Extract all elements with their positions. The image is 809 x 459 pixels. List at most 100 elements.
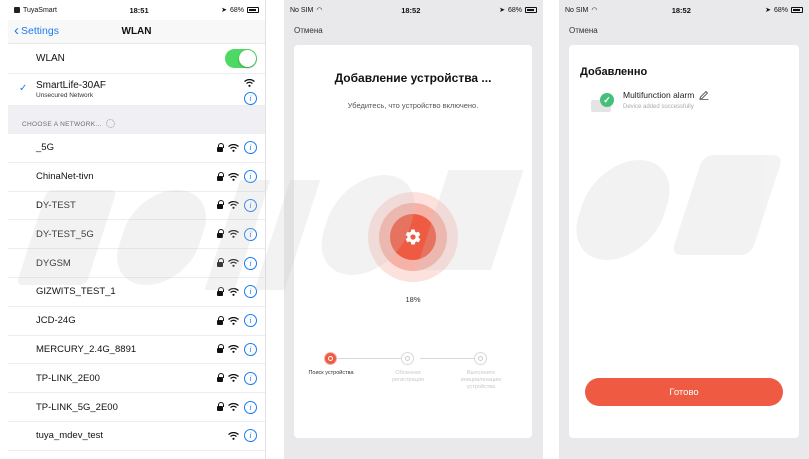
info-icon[interactable]: i — [244, 342, 257, 356]
info-icon[interactable]: i — [244, 141, 257, 155]
wifi-status-icon: ◠ — [316, 7, 323, 14]
info-icon[interactable]: i — [244, 314, 257, 328]
battery-percent: 68% — [229, 6, 244, 14]
network-name: TP-LINK_2E00 — [36, 372, 100, 384]
wifi-icon — [228, 287, 239, 296]
step-dot — [324, 352, 337, 365]
battery-percent: 68% — [773, 6, 788, 14]
info-icon[interactable]: i — [244, 400, 257, 414]
choose-network-header: CHOOSE A NETWORK... — [8, 106, 265, 134]
network-row[interactable]: DYGSM i — [8, 249, 265, 278]
network-row[interactable]: DY-TEST_5G i — [8, 220, 265, 250]
navigation-bar: ‹ Settings WLAN — [8, 20, 265, 44]
progress-percent: 18% — [405, 295, 421, 304]
wifi-icon — [228, 259, 239, 267]
added-title: Добавленно — [580, 66, 648, 78]
checkmark-icon: ✓ — [19, 83, 28, 94]
info-icon[interactable]: i — [244, 256, 257, 270]
step-connector — [420, 358, 482, 359]
lock-icon — [217, 200, 224, 210]
battery-icon — [525, 7, 537, 13]
wifi-icon — [228, 374, 239, 383]
wifi-icon — [244, 79, 255, 87]
lock-icon — [217, 344, 224, 354]
battery-percent: 68% — [507, 6, 522, 14]
device-name: Multifunction alarm — [623, 90, 695, 100]
info-icon[interactable]: i — [244, 285, 257, 299]
network-name: JCD-24G — [36, 315, 76, 327]
network-name: DY-TEST_5G — [36, 228, 94, 240]
device-thumbnail: ✓ — [591, 93, 617, 112]
network-list: _5G i ChinaNet-tivn i DY-TEST i DY-TEST_5G i DYG… — [8, 134, 265, 451]
lock-icon — [217, 142, 224, 152]
lock-icon — [217, 229, 224, 239]
location-icon: ➤ — [765, 7, 771, 14]
connected-network-row[interactable]: ✓ SmartLife-30AF Unsecured Network i — [8, 74, 265, 106]
network-row[interactable]: ChinaNet-tivn i — [8, 162, 265, 192]
network-name: MERCURY_2.4G_8891 — [36, 343, 137, 355]
added-device-item: ✓ Multifunction alarm Device added succe… — [591, 90, 709, 112]
wifi-icon — [228, 201, 239, 210]
status-bar: No SIM ◠ 18:52 ➤ 68% — [559, 0, 809, 20]
status-time: 18:52 — [401, 5, 421, 15]
status-time: 18:52 — [671, 5, 691, 15]
wifi-icon — [228, 230, 239, 239]
lock-icon — [217, 258, 224, 268]
info-icon[interactable]: i — [244, 227, 257, 241]
info-icon[interactable]: i — [244, 429, 257, 443]
adding-device-screen: No SIM ◠ 18:52 ➤ 68% Отмена Добавление уст… — [284, 0, 543, 459]
network-row[interactable]: _5G i — [8, 134, 265, 163]
network-name: DYGSM — [36, 257, 71, 269]
adding-title: Добавление устройства ... — [334, 71, 492, 85]
wifi-icon — [228, 316, 239, 325]
cancel-button[interactable]: Отмена — [284, 20, 543, 38]
wlan-toggle[interactable] — [225, 49, 257, 68]
info-icon[interactable]: i — [244, 170, 257, 184]
network-row[interactable]: DY-TEST i — [8, 191, 265, 221]
back-label: Settings — [21, 25, 59, 37]
location-icon: ➤ — [499, 7, 505, 14]
edit-pencil-icon[interactable] — [699, 90, 709, 100]
network-row[interactable]: TP-LINK_5G_2E00 i — [8, 393, 265, 422]
lock-icon — [217, 171, 224, 181]
info-icon[interactable]: i — [244, 92, 257, 105]
device-status: Device added successfully — [623, 104, 694, 110]
chevron-left-icon: ‹ — [14, 22, 19, 39]
carrier-label: TuyaSmart — [23, 6, 57, 14]
lock-icon — [217, 373, 224, 383]
wifi-icon — [228, 143, 239, 152]
wifi-icon — [228, 403, 239, 411]
page-title: WLAN — [121, 26, 152, 37]
network-row[interactable]: JCD-24G i — [8, 306, 265, 336]
wlan-settings-screen: TuyaSmart 18:51 ➤ 68% ‹ Settings WLAN WLAN… — [8, 0, 266, 459]
info-icon[interactable]: i — [244, 198, 257, 212]
loading-spinner-icon — [105, 119, 115, 128]
done-button[interactable]: Готово — [585, 378, 783, 406]
section-header-label: CHOOSE A NETWORK... — [22, 121, 102, 128]
connected-network-security: Unsecured Network — [36, 92, 94, 99]
step-label: Поиск устройства — [308, 370, 354, 376]
carrier-label: No SIM — [565, 6, 589, 14]
step-indicator: Поиск устройства Облачная регистрация Выпо… — [308, 352, 504, 422]
network-row[interactable]: TP-LINK_2E00 i — [8, 364, 265, 394]
location-icon: ➤ — [221, 7, 227, 14]
wifi-icon — [228, 345, 239, 354]
network-row[interactable]: MERCURY_2.4G_8891 i — [8, 335, 265, 365]
step-connector — [337, 358, 407, 359]
device-added-screen: No SIM ◠ 18:52 ➤ 68% Отмена Добавленно ✓ M… — [559, 0, 809, 459]
step-dot — [401, 352, 414, 365]
gear-icon — [405, 229, 421, 245]
info-icon[interactable]: i — [244, 371, 257, 385]
connected-network-name: SmartLife-30AF — [36, 80, 107, 91]
cancel-button[interactable]: Отмена — [559, 20, 809, 38]
result-card: Добавленно ✓ Multifunction alarm Device … — [569, 45, 799, 438]
step-label: Облачная регистрация — [392, 370, 424, 383]
battery-icon — [791, 7, 803, 13]
network-name: GIZWITS_TEST_1 — [36, 286, 116, 298]
status-time: 18:51 — [129, 5, 149, 15]
network-row[interactable]: GIZWITS_TEST_1 i — [8, 277, 265, 307]
back-button[interactable]: ‹ Settings — [14, 22, 59, 39]
status-bar: No SIM ◠ 18:52 ➤ 68% — [284, 0, 543, 20]
network-row[interactable]: tuya_mdev_test i — [8, 421, 265, 451]
network-name: TP-LINK_5G_2E00 — [36, 401, 118, 413]
